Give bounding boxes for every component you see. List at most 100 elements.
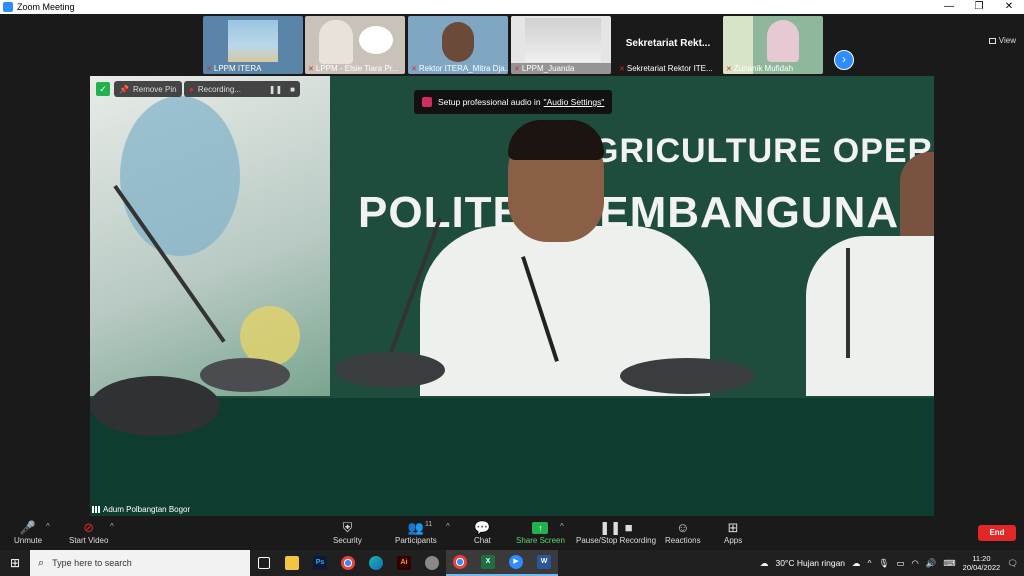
audio-icon	[422, 97, 432, 107]
view-button[interactable]: View	[988, 36, 1016, 45]
pause-stop-recording-button[interactable]: ❚❚ ■ Pause/Stop Recording	[576, 520, 656, 545]
file-explorer-icon[interactable]	[278, 550, 306, 576]
lppm-logo	[359, 26, 393, 54]
participant-name: ✕ Sekretariat Rektor ITE...	[619, 64, 713, 73]
banner-text-1: GRICULTURE OPERAT	[592, 132, 934, 170]
taskbar-search[interactable]: ⌕ Type here to search	[30, 550, 250, 576]
network-icon[interactable]: ☁	[852, 558, 861, 569]
video-options-caret[interactable]: ^	[110, 522, 114, 531]
weather-text[interactable]: 30°C Hujan ringan	[775, 558, 845, 568]
participant-tile[interactable]: Sekretariat Rekt... ✕ Sekretariat Rektor …	[616, 16, 720, 74]
muted-mic-icon: ✕	[726, 66, 732, 73]
maximize-button[interactable]: ❐	[964, 0, 994, 14]
speaker-hair	[508, 120, 604, 160]
minimize-button[interactable]: —	[934, 0, 964, 14]
apps-button[interactable]: ⊞ Apps	[724, 520, 742, 545]
task-view-icon[interactable]	[250, 550, 278, 576]
chrome-active-icon[interactable]	[446, 550, 474, 576]
window-title: Zoom Meeting	[17, 2, 75, 12]
participant-avatar	[767, 20, 799, 62]
language-icon[interactable]: ⌨	[943, 558, 955, 569]
conference-speaker	[200, 358, 290, 392]
participant-tile[interactable]: ✕ LPPM - Elsie Tiara Pr...	[305, 16, 405, 74]
excel-icon[interactable]: X	[474, 550, 502, 576]
search-icon: ⌕	[38, 556, 45, 569]
video-thumbnail	[228, 20, 278, 62]
participant-name: ✕ Zunanik Mufidah	[726, 64, 794, 73]
participant-tile[interactable]: ✕ LPPM_Juanda	[511, 16, 611, 74]
remove-pin-button[interactable]: 📌 Remove Pin	[114, 81, 182, 97]
chrome-icon[interactable]	[334, 550, 362, 576]
participant-tile[interactable]: ✕ Zunanik Mufidah	[723, 16, 823, 74]
zoom-taskbar-icon[interactable]: ▶	[502, 550, 530, 576]
participants-icon: 👥	[407, 520, 424, 535]
audio-settings-link[interactable]: "Audio Settings"	[544, 97, 605, 107]
app-icon[interactable]	[418, 550, 446, 576]
video-off-icon: ⊘	[83, 520, 95, 535]
record-icon: ●	[189, 84, 194, 94]
share-screen-icon: ↑	[532, 522, 549, 534]
pause-stop-icon: ❚❚ ■	[599, 520, 633, 535]
conference-speaker	[335, 352, 445, 388]
muted-mic-icon: ✕	[514, 66, 520, 73]
chat-icon: 💬	[474, 520, 491, 535]
windows-start-icon[interactable]: ⊞	[0, 556, 30, 570]
zoom-icon	[3, 2, 13, 12]
participant-name: ✕ LPPM_Juanda	[511, 63, 611, 74]
participant-tile[interactable]: ✕ LPPM ITERA	[203, 16, 303, 74]
table	[90, 398, 934, 516]
share-screen-button[interactable]: ↑ Share Screen	[516, 520, 565, 545]
share-options-caret[interactable]: ^	[560, 522, 564, 531]
participant-name: ✕ LPPM - Elsie Tiara Pr...	[308, 64, 399, 73]
start-video-button[interactable]: ⊘ Start Video	[69, 520, 108, 545]
next-page-button[interactable]: ›	[834, 50, 854, 70]
end-meeting-button[interactable]: End	[978, 525, 1016, 541]
person-right	[806, 236, 934, 396]
system-tray: ☁ 30°C Hujan ringan ☁ ^ 🎙 ▭ ◠ 🔊 ⌨ 11:20 …	[760, 554, 1024, 572]
windows-taskbar: ⊞ ⌕ Type here to search Ps Ai X ▶ W ☁ 30…	[0, 550, 1024, 576]
reactions-button[interactable]: ☺ Reactions	[665, 520, 701, 545]
recording-indicator: ● Recording... ❚❚ ■	[184, 81, 300, 97]
photoshop-icon[interactable]: Ps	[306, 550, 334, 576]
reactions-icon: ☺	[676, 520, 690, 535]
window-controls: — ❐ ✕	[934, 0, 1024, 14]
wifi-icon[interactable]: ◠	[911, 558, 918, 569]
participant-display-name: Sekretariat Rekt...	[625, 38, 711, 49]
security-shield-icon: ✓	[96, 82, 110, 96]
participant-name: ✕ LPPM ITERA	[206, 64, 262, 73]
chat-button[interactable]: 💬 Chat	[474, 520, 491, 545]
volume-icon[interactable]: 🔊	[926, 558, 937, 569]
grid-icon	[988, 37, 996, 44]
microphone-icon[interactable]: 🎙	[879, 558, 890, 569]
taskbar-clock[interactable]: 11:20 20/04/2022	[963, 554, 1001, 572]
apps-icon: ⊞	[727, 520, 739, 535]
muted-mic-icon: ✕	[619, 66, 625, 73]
pin-icon: 📌	[119, 84, 129, 94]
security-button[interactable]: ⛨ Security	[333, 520, 362, 545]
word-icon[interactable]: W	[530, 550, 558, 576]
video-thumbnail	[442, 22, 474, 62]
audio-options-caret[interactable]: ^	[46, 522, 50, 531]
participant-name: ✕ Rektor ITERA_Mitra Dja...	[411, 64, 508, 73]
muted-mic-icon: ✕	[308, 66, 314, 73]
shield-icon: ⛨	[342, 520, 353, 535]
unmute-button[interactable]: 🎤 Unmute	[14, 520, 42, 545]
main-video[interactable]: GRICULTURE OPERAT POLITEK PEMBANGUNAN	[90, 76, 934, 516]
active-speaker-label: Adum Polbangtan Bogor	[92, 505, 190, 514]
notification-icon[interactable]: 🗨	[1007, 558, 1018, 569]
illustrator-icon[interactable]: Ai	[390, 550, 418, 576]
participants-options-caret[interactable]: ^	[446, 522, 450, 531]
battery-icon[interactable]: ▭	[896, 558, 904, 569]
edge-icon[interactable]	[362, 550, 390, 576]
audio-settings-toast[interactable]: Setup professional audio in "Audio Settin…	[414, 90, 613, 114]
close-button[interactable]: ✕	[994, 0, 1024, 14]
video-thumbnail	[525, 18, 601, 62]
tray-overflow-icon[interactable]: ^	[868, 558, 872, 568]
muted-mic-icon: 🎤	[19, 520, 37, 535]
muted-mic-icon: ✕	[411, 66, 417, 73]
pause-record-button[interactable]: ❚❚	[269, 85, 282, 94]
video-thumbnail	[319, 20, 353, 64]
participant-tile[interactable]: ✕ Rektor ITERA_Mitra Dja...	[408, 16, 508, 74]
signal-icon	[92, 506, 100, 513]
stop-record-button[interactable]: ■	[290, 85, 295, 94]
